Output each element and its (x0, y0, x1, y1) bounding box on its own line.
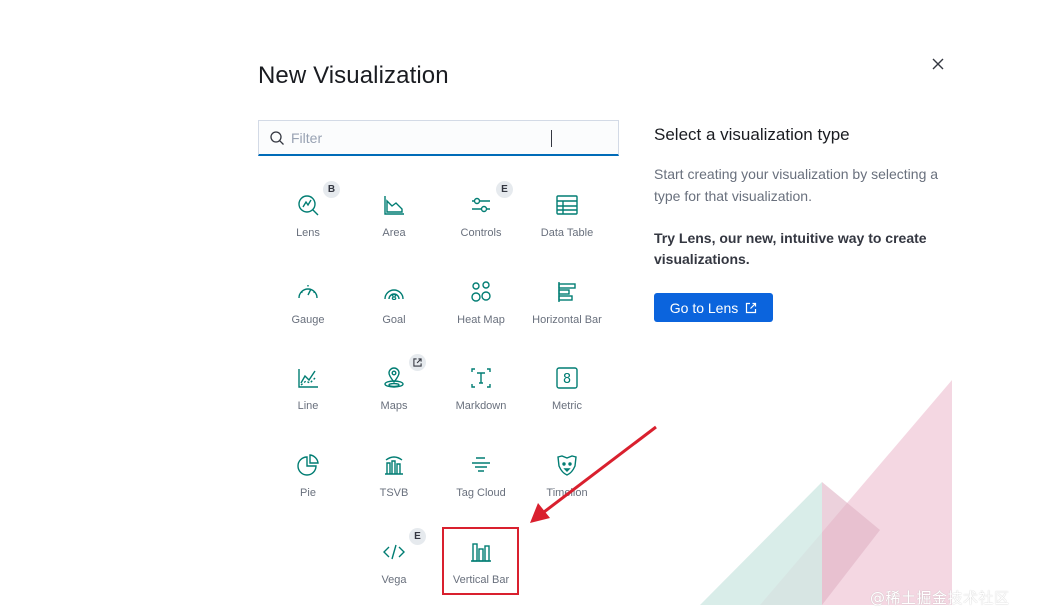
svg-text:8: 8 (391, 293, 397, 302)
vis-card-area[interactable]: Area (354, 182, 434, 252)
close-icon (932, 58, 944, 70)
pie-icon (295, 452, 321, 478)
vis-card-label: Timelion (546, 487, 588, 499)
side-panel-promo: Try Lens, our new, intuitive way to crea… (654, 230, 927, 267)
vis-card-label: Heat Map (457, 314, 505, 326)
vis-card-label: TSVB (379, 487, 409, 499)
tag-cloud-icon (468, 452, 494, 478)
vis-card-tsvb[interactable]: TSVB (354, 442, 434, 512)
vis-card-horizontal-bar[interactable]: Horizontal Bar (527, 269, 607, 339)
close-button[interactable] (928, 54, 948, 74)
vis-card-label: Line (297, 400, 319, 412)
vis-card-pie[interactable]: Pie (268, 442, 348, 512)
vis-card-label: Data Table (540, 227, 594, 239)
timelion-icon (554, 452, 580, 478)
gauge-icon (295, 279, 321, 305)
vis-card-timelion[interactable]: Timelion (527, 442, 607, 512)
vis-card-goal[interactable]: 8 Goal (354, 269, 434, 339)
vis-card-maps[interactable]: Maps (354, 355, 434, 425)
vis-card-label: Metric (552, 400, 582, 412)
watermark: @稀土掘金技术社区 (870, 589, 1010, 607)
controls-icon (468, 192, 494, 218)
vis-card-label: Tag Cloud (456, 487, 506, 499)
search-field[interactable] (258, 120, 619, 156)
side-panel-title: Select a visualization type (654, 125, 850, 144)
vis-card-tag-cloud[interactable]: Tag Cloud (441, 442, 521, 512)
visualization-grid: Lens B Area Controls E Data Table Gauge … (0, 0, 1037, 613)
goal-icon: 8 (381, 279, 407, 305)
vis-card-label: Area (382, 227, 406, 239)
table-icon (554, 192, 580, 218)
vis-card-label: Gauge (291, 314, 325, 326)
modal-title: New Visualization (258, 62, 449, 89)
vis-card-lens[interactable]: Lens (268, 182, 348, 252)
tsvb-icon (381, 452, 407, 478)
vis-card-label: Markdown (455, 400, 507, 412)
search-input[interactable] (291, 122, 591, 153)
markdown-icon (468, 365, 494, 391)
vis-card-controls[interactable]: Controls (441, 182, 521, 252)
heatmap-icon (468, 279, 494, 305)
vis-card-label: Lens (296, 227, 320, 239)
vis-card-label: Horizontal Bar (532, 314, 602, 326)
line-chart-icon (295, 365, 321, 391)
svg-text:8: 8 (563, 372, 571, 387)
external-link-icon (746, 302, 757, 313)
vis-card-label: Goal (382, 314, 406, 326)
vis-card-label: Pie (300, 487, 316, 499)
vis-card-label: Controls (460, 227, 502, 239)
metric-icon: 8 (554, 365, 580, 391)
vis-card-data-table[interactable]: Data Table (527, 182, 607, 252)
text-caret (551, 130, 552, 147)
horizontal-bar-icon (554, 279, 580, 305)
vega-code-icon (381, 539, 407, 565)
vis-card-metric[interactable]: 8 Metric (527, 355, 607, 425)
vis-card-vega[interactable]: Vega (354, 529, 434, 599)
go-to-lens-button[interactable]: Go to Lens (654, 293, 773, 322)
vis-card-line[interactable]: Line (268, 355, 348, 425)
vis-card-gauge[interactable]: Gauge (268, 269, 348, 339)
vis-card-label: Maps (380, 400, 408, 412)
annotation-highlight-box (442, 527, 519, 595)
vis-card-label: Vega (381, 574, 407, 586)
maps-icon (381, 365, 407, 391)
side-panel-description: Start creating your visualization by sel… (654, 166, 939, 204)
search-icon (269, 130, 285, 146)
vis-card-heat-map[interactable]: Heat Map (441, 269, 521, 339)
go-to-lens-label: Go to Lens (669, 299, 739, 316)
vis-card-markdown[interactable]: Markdown (441, 355, 521, 425)
area-chart-icon (381, 192, 407, 218)
lens-icon (295, 192, 321, 218)
